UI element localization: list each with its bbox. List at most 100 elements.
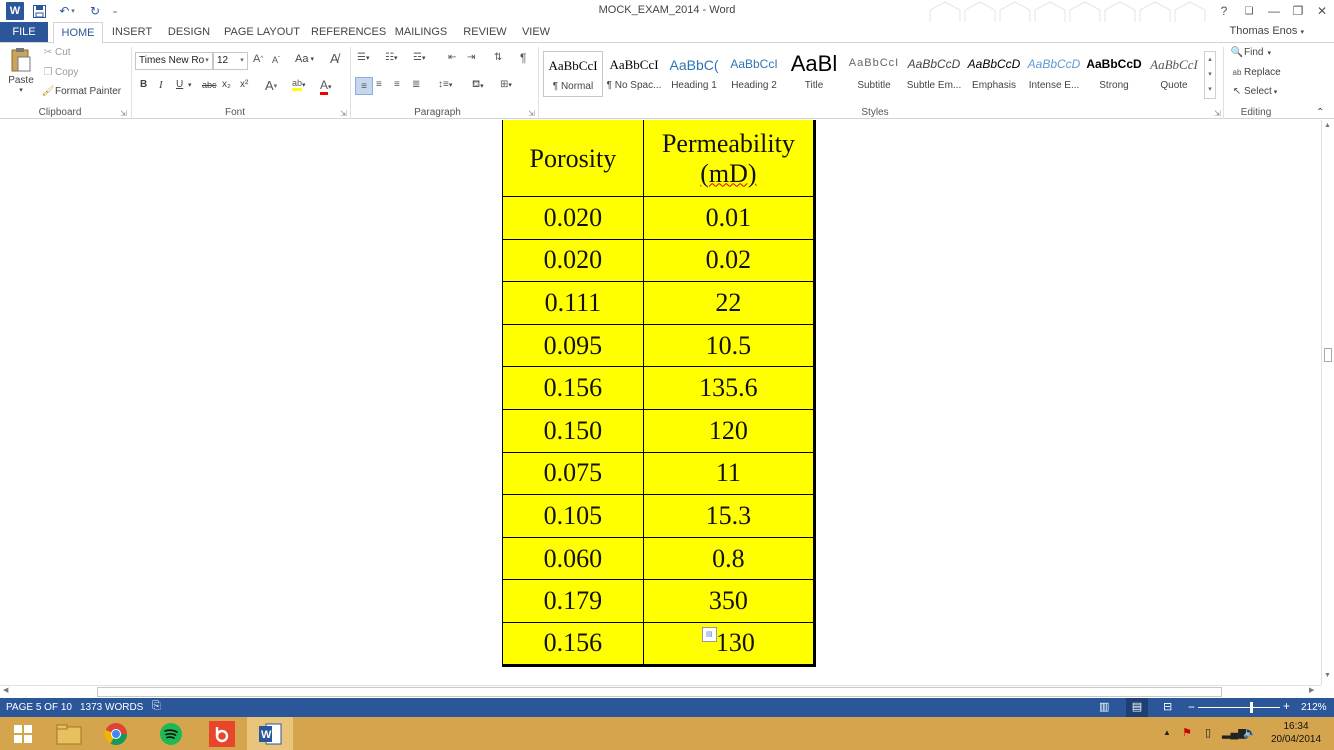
line-spacing-button[interactable]: ↕≡ ▾ [438,79,452,90]
align-center-button[interactable]: ≡ [376,79,382,90]
porosity-cell[interactable]: 0.150 [502,408,644,453]
zoom-level[interactable]: 212% [1301,702,1327,713]
porosity-cell[interactable]: 0.095 [502,323,644,368]
superscript-button[interactable]: x² [240,79,248,90]
align-left-button[interactable]: ≡ [355,77,373,95]
permeability-cell[interactable]: 15.3 [642,494,816,538]
page-indicator[interactable]: PAGE 5 OF 10 [6,702,72,713]
underline-dropdown-icon[interactable]: ▾ [188,81,192,89]
zoom-slider-thumb[interactable] [1250,702,1253,713]
permeability-cell[interactable]: ▤ 130 [642,621,816,666]
styles-scroll[interactable]: ▴ ▾ ▾ [1204,51,1216,99]
permeability-cell[interactable]: 11 [642,451,816,496]
word-app-icon[interactable]: W [6,2,24,20]
porosity-permeability-table[interactable]: Porosity Permeability (mD) 0.020 0.01 0.02… [502,120,816,667]
scroll-thumb[interactable] [1324,348,1332,362]
permeability-cell[interactable]: 10.5 [642,323,816,368]
tab-home[interactable]: HOME [53,22,103,44]
sort-button[interactable]: ⇅ [494,52,502,63]
horizontal-scrollbar[interactable]: ◀ ▶ [0,685,1321,698]
paste-button[interactable]: Paste ▾ [6,47,36,103]
multilevel-list-button[interactable]: ☲ ▾ [413,52,425,63]
text-effects-button[interactable]: A ▾ [265,78,277,93]
shrink-font-button[interactable]: Aˇ [272,55,280,65]
scroll-up-icon[interactable]: ▲ [1324,122,1331,129]
user-account[interactable]: Thomas Enos ▾ [1230,25,1304,37]
horizontal-scroll-thumb[interactable] [97,687,1222,697]
replace-button[interactable]: ab Replace [1230,67,1281,78]
scroll-right-icon[interactable]: ▶ [1309,686,1314,694]
collapse-ribbon-icon[interactable]: ⌃ [1316,107,1324,118]
spotify-button[interactable] [148,717,194,750]
font-name-combobox[interactable]: Times New Ro ▾ [135,52,213,70]
header-permeability[interactable]: Permeability (mD) [642,120,816,197]
tab-file[interactable]: FILE [0,22,48,43]
comment-icon[interactable]: ▤ [701,626,717,642]
style-normal[interactable]: AaBbCcI ¶ Normal [543,51,603,97]
undo-icon[interactable]: ↶ ▾ [54,2,80,20]
restore-button[interactable]: ❐ [1286,1,1310,21]
app-b-button[interactable] [199,717,245,750]
strikethrough-button[interactable]: abc [202,80,217,90]
clear-formatting-button[interactable]: A̸ [330,51,339,66]
style-quote[interactable]: AaBbCcI Quote [1144,51,1204,97]
permeability-cell[interactable]: 0.01 [642,196,816,240]
zoom-slider[interactable] [1198,702,1280,713]
style-intense-emphasis[interactable]: AaBbCcD Intense E... [1024,51,1084,97]
style-no-spacing[interactable]: AaBbCcI ¶ No Spac... [604,51,664,97]
tab-references[interactable]: REFERENCES [311,22,386,43]
print-layout-icon[interactable]: ▤ [1126,698,1148,717]
zoom-out-icon[interactable]: − [1188,700,1195,714]
style-heading-2[interactable]: AaBbCcI Heading 2 [724,51,784,97]
web-layout-icon[interactable]: ⊟ [1163,700,1172,713]
porosity-cell[interactable]: 0.105 [502,494,644,538]
chrome-button[interactable] [93,717,139,750]
font-dialog-launcher-icon[interactable]: ⇲ [340,109,347,118]
bullets-button[interactable]: ☰ ▾ [357,52,369,63]
paragraph-dialog-launcher-icon[interactable]: ⇲ [528,109,535,118]
tab-insert[interactable]: INSERT [108,22,156,43]
clipboard-dialog-launcher-icon[interactable]: ⇲ [120,109,127,118]
style-heading-1[interactable]: AaBbC(Heading 1 [664,51,724,97]
porosity-cell[interactable]: 0.020 [502,238,644,283]
cut-button[interactable]: ✂ Cut [41,47,71,58]
style-emphasis[interactable]: AaBbCcD Emphasis [964,51,1024,97]
change-case-button[interactable]: Aa ▾ [295,53,314,65]
find-button[interactable]: 🔍 Find ▾ [1230,47,1271,58]
copy-button[interactable]: ❐ Copy [41,67,79,78]
italic-button[interactable]: I [159,79,163,91]
permeability-cell[interactable]: 120 [642,408,816,453]
header-porosity[interactable]: Porosity [502,120,644,197]
justify-button[interactable]: ≣ [412,79,420,90]
word-count[interactable]: 1373 WORDS [80,702,143,713]
numbering-button[interactable]: ☷ ▾ [385,52,397,63]
permeability-cell[interactable]: 350 [642,579,816,623]
style-title[interactable]: AaBl Title [784,51,844,97]
zoom-in-icon[interactable]: + [1283,699,1290,713]
clock[interactable]: 16:34 20/04/2014 [1268,720,1324,746]
permeability-cell[interactable]: 22 [642,281,816,325]
select-button[interactable]: ↖ Select ▾ [1230,86,1278,97]
underline-button[interactable]: U [176,79,183,90]
redo-icon[interactable]: ↻ [86,2,104,20]
tab-review[interactable]: REVIEW [460,22,510,43]
help-button[interactable]: ? [1212,1,1236,21]
start-button[interactable] [0,717,46,750]
customize-quick-access-icon[interactable]: ₌ [110,2,120,20]
style-subtitle[interactable]: AaBbCcI Subtitle [844,51,904,97]
tab-view[interactable]: VIEW [517,22,555,43]
highlight-color-button[interactable]: ab ▾ [292,78,306,91]
action-center-icon[interactable]: ⚑ [1182,726,1192,739]
save-icon[interactable] [30,2,48,20]
minimize-button[interactable]: — [1262,1,1286,21]
style-strong[interactable]: AaBbCcD Strong [1084,51,1144,97]
font-size-combobox[interactable]: 12 ▾ [213,52,248,70]
style-subtle-emphasis[interactable]: AaBbCcD Subtle Em... [904,51,964,97]
porosity-cell[interactable]: 0.075 [502,451,644,496]
document-canvas[interactable]: Porosity Permeability (mD) 0.020 0.01 0.02… [0,120,1321,685]
increase-indent-button[interactable]: ⇥ [467,52,475,63]
data-table[interactable]: Porosity Permeability (mD) 0.020 0.01 0.02… [502,120,816,667]
font-color-button[interactable]: A ▾ [320,78,332,95]
porosity-cell[interactable]: 0.179 [502,579,644,623]
permeability-cell[interactable]: 0.02 [642,238,816,283]
